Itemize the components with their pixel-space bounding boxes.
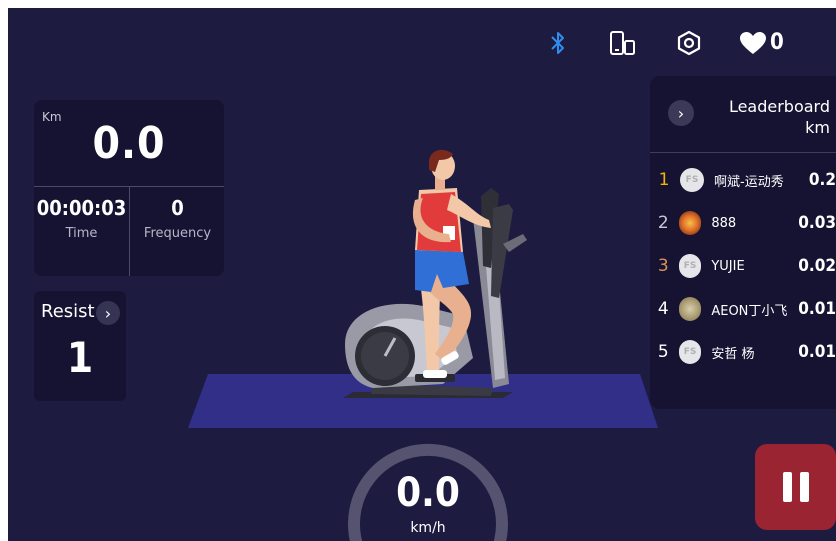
leaderboard-row: 2 888 0.03 (650, 203, 836, 243)
user-name: 啊斌-运动秀 (714, 174, 784, 190)
frequency-cell: 0 Frequency (130, 196, 225, 241)
resist-panel[interactable]: Resist › 1 (34, 291, 126, 401)
divider (650, 152, 836, 153)
heart-count: 0 (770, 30, 784, 55)
user-distance: 0.03 (798, 213, 836, 233)
leaderboard-unit: km (805, 118, 830, 137)
rank-number: 5 (657, 342, 669, 362)
avatar-logo-text: FS (685, 175, 699, 185)
leaderboard-row: 5 FS 安哲 杨 0.01 (650, 332, 836, 372)
speed-value: 0.0 (396, 470, 460, 516)
bluetooth-icon[interactable] (543, 28, 573, 58)
distance-value: 0.0 (92, 118, 166, 169)
leaderboard-row: 1 FS 啊斌-运动秀 0.2 (650, 160, 836, 200)
pause-icon (782, 472, 792, 502)
speed-unit: km/h (410, 520, 446, 536)
avatar (678, 297, 702, 321)
user-name: AEON丁小飞 (711, 303, 788, 319)
avatar: FS (680, 168, 704, 192)
leaderboard-row: 3 FS YUJIE 0.02 (650, 246, 836, 286)
time-cell: 00:00:03 Time (34, 196, 129, 241)
user-name: 888 (711, 215, 737, 231)
user-distance: 0.2 (808, 170, 836, 190)
resist-value: 1 (66, 333, 94, 382)
settings-icon[interactable] (674, 28, 704, 58)
workout-screen: 0 Km 0.0 00:00:03 Time 0 Frequency Resis… (8, 8, 836, 541)
time-label: Time (65, 226, 98, 241)
chevron-right-icon[interactable]: › (96, 301, 120, 325)
pause-icon (799, 472, 809, 502)
chevron-right-icon[interactable]: › (668, 100, 694, 126)
user-distance: 0.01 (798, 342, 836, 362)
user-distance: 0.02 (798, 256, 836, 276)
time-value: 00:00:03 (36, 196, 127, 220)
frequency-label: Frequency (143, 226, 212, 241)
avatar-logo-text: FS (683, 347, 697, 357)
leaderboard-title: Leaderboard km (729, 96, 830, 138)
user-name: 安哲 杨 (711, 346, 755, 362)
resist-label: Resist (41, 301, 95, 322)
avatar: FS (678, 254, 702, 278)
rank-number: 2 (657, 213, 669, 233)
rank-number: 3 (657, 256, 669, 276)
heart-icon[interactable] (738, 28, 768, 58)
frequency-value: 0 (171, 196, 184, 220)
pause-button[interactable] (755, 444, 836, 530)
stats-panel: Km 0.0 00:00:03 Time 0 Frequency (34, 100, 224, 276)
leaderboard-row: 4 AEON丁小飞 0.01 (650, 289, 836, 329)
elliptical-illustration (343, 149, 527, 398)
avatar: FS (678, 340, 702, 364)
rank-number: 1 (658, 170, 670, 190)
leaderboard-title-text: Leaderboard (728, 97, 830, 116)
avatar-logo-text: FS (683, 261, 697, 271)
user-distance: 0.01 (798, 299, 836, 319)
leaderboard-panel: › Leaderboard km 1 FS 啊斌-运动秀 0.2 2 888 0… (650, 76, 836, 409)
rank-number: 4 (657, 299, 669, 319)
avatar (678, 211, 702, 235)
phone-tablet-icon[interactable] (608, 28, 638, 58)
user-name: YUJIE (711, 258, 745, 274)
